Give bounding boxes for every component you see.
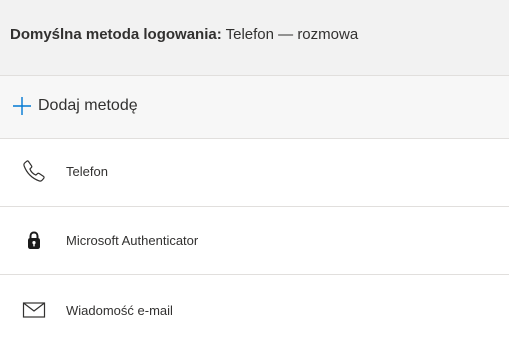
sign-in-methods-list: Dodaj metodę Telefon Microsoft Authentic… — [0, 75, 509, 345]
default-method-value: Telefon — rozmowa — [225, 26, 359, 43]
add-method-label: Dodaj metodę — [38, 97, 138, 114]
default-sign-in-method: Domyślna metoda logowania: Telefon — roz… — [10, 25, 358, 45]
method-row-email: Wiadomość e-mail — [0, 275, 509, 345]
method-label-email: Wiadomość e-mail — [66, 303, 173, 318]
method-label-authenticator: Microsoft Authenticator — [66, 233, 199, 248]
phone-icon — [22, 159, 46, 183]
authenticator-lock-icon — [22, 229, 46, 253]
method-label-phone: Telefon — [66, 164, 108, 179]
add-method-button[interactable]: Dodaj metodę — [0, 76, 509, 139]
mail-icon — [22, 298, 46, 322]
method-row-phone: Telefon — [0, 139, 509, 207]
method-row-authenticator: Microsoft Authenticator — [0, 207, 509, 275]
default-method-label: Domyślna metoda logowania: — [10, 26, 222, 43]
plus-icon — [12, 96, 32, 116]
